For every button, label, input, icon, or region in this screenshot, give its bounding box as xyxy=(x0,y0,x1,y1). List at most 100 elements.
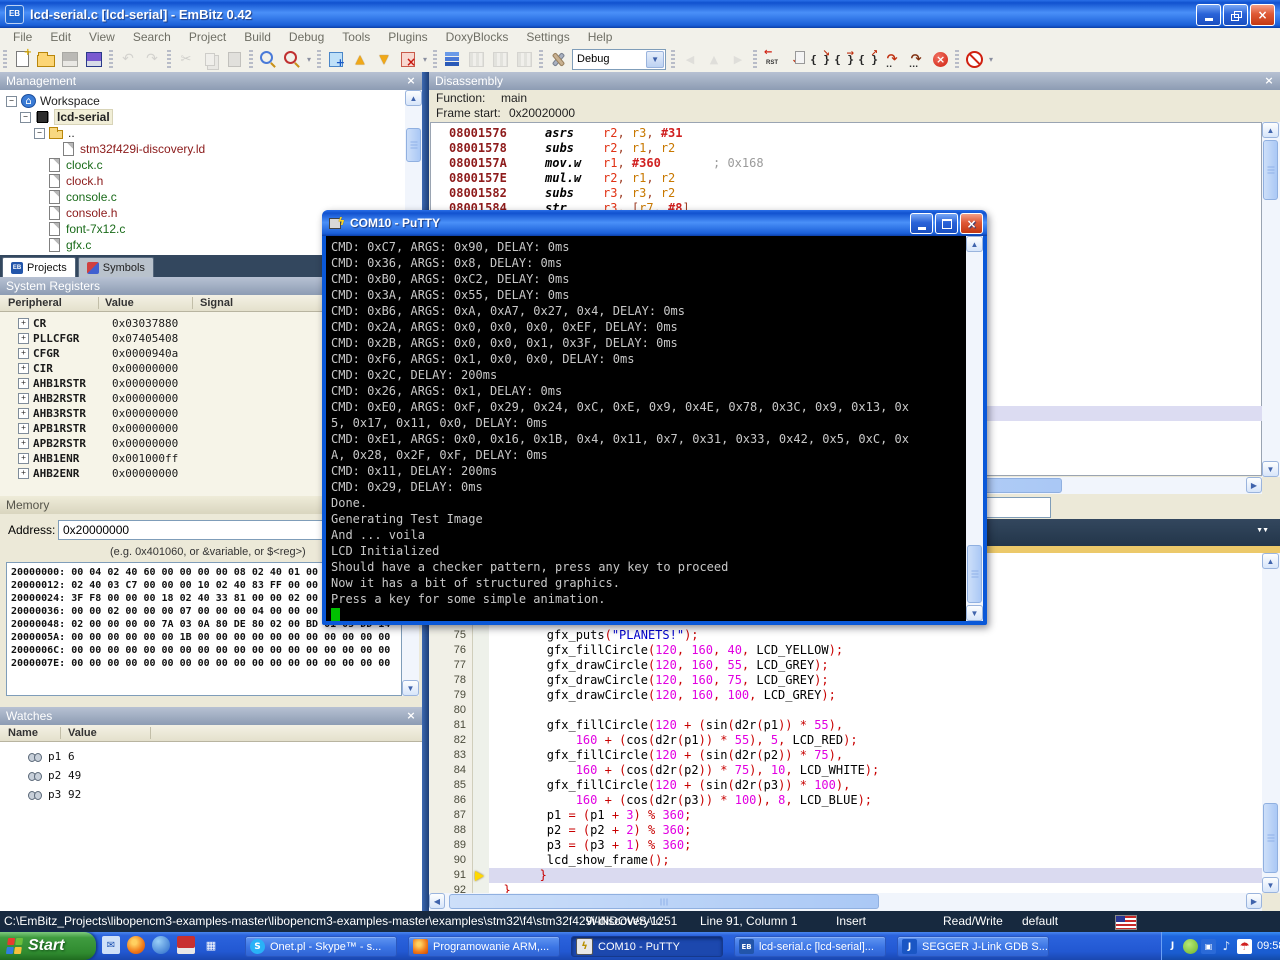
build-all-icon[interactable] xyxy=(489,48,511,70)
target-up-icon[interactable] xyxy=(349,48,371,70)
menu-doxyblocks[interactable]: DoxyBlocks xyxy=(437,30,518,44)
line-number[interactable]: 87 xyxy=(429,808,473,823)
nav-up-icon[interactable] xyxy=(703,48,725,70)
menu-file[interactable]: File xyxy=(4,30,41,44)
taskbar-button-jlink[interactable]: JSEGGER J-Link GDB S... xyxy=(897,936,1049,957)
jlink-tray-icon[interactable]: J xyxy=(1165,939,1180,954)
new-file-icon[interactable] xyxy=(11,48,33,70)
menu-debug[interactable]: Debug xyxy=(280,30,333,44)
address-input[interactable]: 0x20000000 xyxy=(58,520,330,540)
copy-icon[interactable] xyxy=(199,48,221,70)
toolbar-grip[interactable] xyxy=(433,50,437,68)
marker-margin[interactable] xyxy=(473,778,489,793)
toolbar-grip[interactable] xyxy=(539,50,543,68)
marker-margin[interactable] xyxy=(473,808,489,823)
marker-margin[interactable] xyxy=(473,718,489,733)
menu-plugins[interactable]: Plugins xyxy=(379,30,436,44)
target-remove-icon[interactable] xyxy=(397,48,419,70)
tree-item-console-c[interactable]: console.c xyxy=(0,189,405,205)
toolbar-grip[interactable] xyxy=(317,50,321,68)
toolbar-grip[interactable] xyxy=(753,50,757,68)
close-icon[interactable]: × xyxy=(404,74,418,88)
marker-margin[interactable] xyxy=(473,763,489,778)
toolbar-grip[interactable] xyxy=(671,50,675,68)
replace-icon[interactable] xyxy=(281,48,303,70)
find-icon[interactable] xyxy=(257,48,279,70)
editor-hscrollbar[interactable]: ◀ ▶ xyxy=(429,893,1262,911)
expand-plus-icon[interactable]: + xyxy=(18,318,29,329)
menu-settings[interactable]: Settings xyxy=(517,30,578,44)
toolbar-chevron-icon[interactable]: ▾ xyxy=(423,55,427,64)
expand-plus-icon[interactable]: + xyxy=(18,378,29,389)
tree-item--[interactable]: −.. xyxy=(0,125,405,141)
tab-symbols[interactable]: Symbols xyxy=(78,257,154,277)
toolbar-grip[interactable] xyxy=(109,50,113,68)
debug-target-select[interactable]: Debug▼ xyxy=(572,49,666,70)
paste-icon[interactable] xyxy=(223,48,245,70)
double-chevron-down-icon[interactable]: ▼▼ xyxy=(1256,527,1268,534)
line-number[interactable]: 83 xyxy=(429,748,473,763)
close-button[interactable]: × xyxy=(1250,4,1275,26)
marker-margin[interactable] xyxy=(473,838,489,853)
taskbar-button-putty[interactable]: ϟCOM10 - PuTTY xyxy=(571,936,723,957)
quicklaunch-browser-icon[interactable] xyxy=(152,936,170,954)
close-icon[interactable]: × xyxy=(404,709,418,723)
line-number[interactable]: 80 xyxy=(429,703,473,718)
next-instruction-icon[interactable] xyxy=(881,48,903,70)
marker-margin[interactable] xyxy=(473,868,489,883)
line-number[interactable]: 84 xyxy=(429,763,473,778)
line-number[interactable]: 78 xyxy=(429,673,473,688)
line-number[interactable]: 79 xyxy=(429,688,473,703)
tree-item-clock-h[interactable]: clock.h xyxy=(0,173,405,189)
rebuild-icon[interactable] xyxy=(465,48,487,70)
line-number[interactable]: 88 xyxy=(429,823,473,838)
quicklaunch-calculator-icon[interactable]: ▦ xyxy=(202,936,220,954)
line-number[interactable]: 77 xyxy=(429,658,473,673)
open-file-icon[interactable] xyxy=(35,48,57,70)
redo-icon[interactable] xyxy=(141,48,163,70)
close-icon[interactable]: × xyxy=(1262,74,1276,88)
expand-plus-icon[interactable]: + xyxy=(18,348,29,359)
keyboard-layout-flag-icon[interactable] xyxy=(1115,915,1137,930)
line-number[interactable]: 82 xyxy=(429,733,473,748)
wrench-icon[interactable] xyxy=(547,48,569,70)
abort-build-icon[interactable] xyxy=(513,48,535,70)
expand-plus-icon[interactable]: + xyxy=(18,453,29,464)
toolbar-grip[interactable] xyxy=(955,50,959,68)
codemeter-icon[interactable] xyxy=(1183,939,1198,954)
save-icon[interactable] xyxy=(59,48,81,70)
line-number[interactable]: 91 xyxy=(429,868,473,883)
putty-maximize-button[interactable] xyxy=(935,213,958,234)
debug-run-to-cursor-icon[interactable] xyxy=(785,48,807,70)
marker-margin[interactable] xyxy=(473,733,489,748)
marker-margin[interactable] xyxy=(473,823,489,838)
toolbar-grip[interactable] xyxy=(3,50,7,68)
watch-row[interactable]: p392 xyxy=(0,785,422,804)
taskbar-button-embitz[interactable]: EBlcd-serial.c [lcd-serial]... xyxy=(734,936,886,957)
line-number[interactable]: 90 xyxy=(429,853,473,868)
chevron-down-icon[interactable]: ▼ xyxy=(646,51,664,68)
line-number[interactable]: 76 xyxy=(429,643,473,658)
network-icon[interactable]: ▣ xyxy=(1201,939,1216,954)
marker-margin[interactable] xyxy=(473,703,489,718)
marker-margin[interactable] xyxy=(473,643,489,658)
expand-plus-icon[interactable]: + xyxy=(18,333,29,344)
line-number[interactable]: 86 xyxy=(429,793,473,808)
expand-toggle-icon[interactable]: − xyxy=(34,128,45,139)
line-number[interactable]: 89 xyxy=(429,838,473,853)
menu-build[interactable]: Build xyxy=(235,30,280,44)
step-out-icon[interactable] xyxy=(857,48,879,70)
marker-margin[interactable] xyxy=(473,688,489,703)
putty-close-button[interactable]: × xyxy=(960,213,983,234)
menu-edit[interactable]: Edit xyxy=(41,30,80,44)
line-number[interactable]: 85 xyxy=(429,778,473,793)
expand-plus-icon[interactable]: + xyxy=(18,438,29,449)
taskbar-button-firefox[interactable]: Programowanie ARM,... xyxy=(408,936,560,957)
line-number[interactable]: 81 xyxy=(429,718,473,733)
quicklaunch-mail-icon[interactable]: ✉ xyxy=(102,936,120,954)
marker-margin[interactable] xyxy=(473,853,489,868)
menu-view[interactable]: View xyxy=(80,30,124,44)
toolbar-grip[interactable] xyxy=(249,50,253,68)
toolbar-grip[interactable] xyxy=(167,50,171,68)
menu-project[interactable]: Project xyxy=(180,30,235,44)
